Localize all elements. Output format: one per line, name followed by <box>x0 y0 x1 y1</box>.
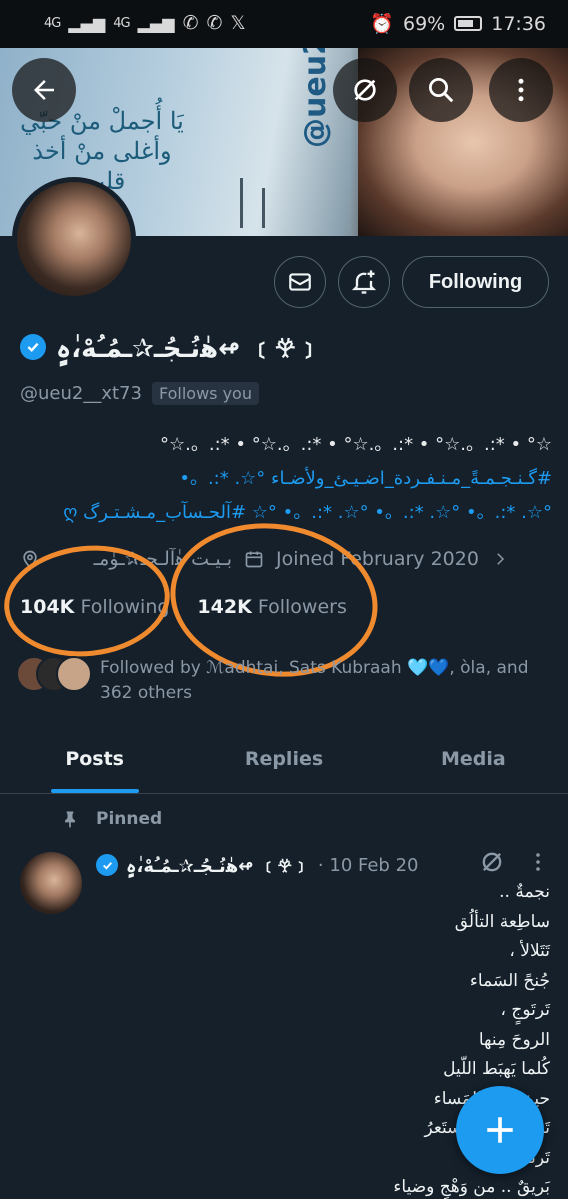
pin-icon <box>65 811 75 828</box>
more-button[interactable] <box>489 58 553 122</box>
following-count: 104K <box>20 596 75 618</box>
profile-tabs: Posts Replies Media <box>0 724 568 794</box>
follows-you-badge: Follows you <box>151 382 259 405</box>
more-vertical-icon[interactable] <box>526 848 550 876</box>
post-line: ساطِعة التألُق <box>454 911 550 932</box>
verified-icon <box>96 854 118 876</box>
profile-avatar[interactable] <box>12 177 136 301</box>
notifications-button[interactable] <box>338 256 390 308</box>
grok-icon <box>354 79 376 101</box>
bio: ☆° • *:.。.☆° • *:.。.☆° • *:.。.☆° • *:.。.… <box>20 428 552 530</box>
post-line: الروحَ مِنها <box>478 1029 550 1050</box>
location-icon <box>23 550 37 569</box>
followers-label: Followers <box>257 596 347 618</box>
signal-2: 4G <box>113 15 130 31</box>
handle: @ueu2__xt73 <box>20 383 142 404</box>
joined-date: Joined February 2020 <box>276 548 479 570</box>
following-button[interactable]: Following <box>402 256 549 308</box>
tab-posts[interactable]: Posts <box>0 724 189 793</box>
grok-button[interactable] <box>333 58 397 122</box>
followers-stat[interactable]: 142K Followers <box>197 596 346 618</box>
signal-bars-icon: ▂▄▆ <box>68 13 106 33</box>
signal-1: 4G <box>44 15 61 31</box>
bio-hashtag-line[interactable]: °☆. *:.。• °☆. *:.。• °☆. *:.。• °☆ #آلحـسآ… <box>20 496 552 530</box>
followed-by-avatars <box>16 656 92 694</box>
more-vertical-icon <box>518 78 524 102</box>
grok-icon[interactable] <box>478 848 506 876</box>
battery-icon <box>454 16 483 31</box>
post-author-name[interactable]: ﻫٰنُـجُـ✰ـمُـُهْ،ٰہٍ↫ ﹝𖣂﹞ <box>126 852 310 878</box>
post-author-avatar[interactable] <box>20 852 82 914</box>
search-button[interactable] <box>409 58 473 122</box>
clock: 17:36 <box>491 12 546 35</box>
chevron-right-icon[interactable] <box>491 550 509 568</box>
post-line: جُنحً السَماء <box>469 970 550 991</box>
call-icon: ✆ <box>182 12 199 34</box>
message-button[interactable] <box>274 256 326 308</box>
back-button[interactable] <box>12 58 76 122</box>
calendar-icon <box>245 551 263 568</box>
verified-icon <box>20 333 46 360</box>
battery-percent: 69% <box>403 12 446 35</box>
mail-icon <box>289 273 311 291</box>
post-line: بَريقٌ .. من وَهْجٍ وضياء <box>393 1177 550 1197</box>
tab-replies[interactable]: Replies <box>189 724 378 793</box>
pinned-label: Pinned <box>96 809 163 829</box>
banner-tree <box>240 178 243 228</box>
mini-avatar <box>56 656 92 692</box>
banner-tag: @ueu2 <box>298 48 333 148</box>
search-icon <box>429 78 454 103</box>
call-icon: ✆ <box>206 12 223 34</box>
post-line: تَتَلالأ ، <box>509 941 550 961</box>
bio-hashtag-line[interactable]: #گـنـجـمـةً_مـنـفـردة_اضـيـئ_ولأضـاء °☆.… <box>20 462 552 496</box>
status-bar: 4G ▂▄▆ 4G ▂▄▆ ✆ ✆ 𝕏 ⏰ 69% 17:36 <box>0 0 568 48</box>
location: بـيـت ﻫٰآلـجـ✰ـوٰمـ <box>93 548 232 570</box>
bio-line: ☆° • *:.。.☆° • *:.。.☆° • *:.。.☆° • *:.。.… <box>160 434 552 455</box>
x-app-icon: 𝕏 <box>230 12 246 34</box>
signal-bars-icon: ▂▄▆ <box>137 13 175 33</box>
following-label: Following <box>80 596 170 618</box>
following-stat[interactable]: 104K Following <box>20 596 169 618</box>
post-line: تَرتَوجٍ ، <box>500 1000 551 1020</box>
compose-post-button[interactable] <box>456 1086 544 1174</box>
followers-count: 142K <box>197 596 252 618</box>
post-date[interactable]: · 10 Feb 20 <box>318 855 419 876</box>
followed-by-text: Followed by ℳadhtai, Sats Kubraah 🩵💙, òl… <box>100 658 529 703</box>
alarm-icon: ⏰ <box>370 13 394 35</box>
post-line: كُلما يَهبَط اللّيل <box>443 1059 550 1079</box>
post-line: نجمةٌ .. <box>499 882 550 902</box>
plus-icon <box>487 1117 513 1143</box>
bell-plus-icon <box>351 270 377 294</box>
back-arrow-icon <box>34 80 54 100</box>
followed-by[interactable]: Followed by ℳadhtai, Sats Kubraah 🩵💙, òl… <box>16 656 556 706</box>
banner-tree <box>262 188 265 228</box>
tab-media[interactable]: Media <box>379 724 568 793</box>
display-name: ﻫٰنُـجُـ✰ـمُـُهْ،ٰہٍ↫ ﹝𖣂﹞ <box>56 334 322 364</box>
